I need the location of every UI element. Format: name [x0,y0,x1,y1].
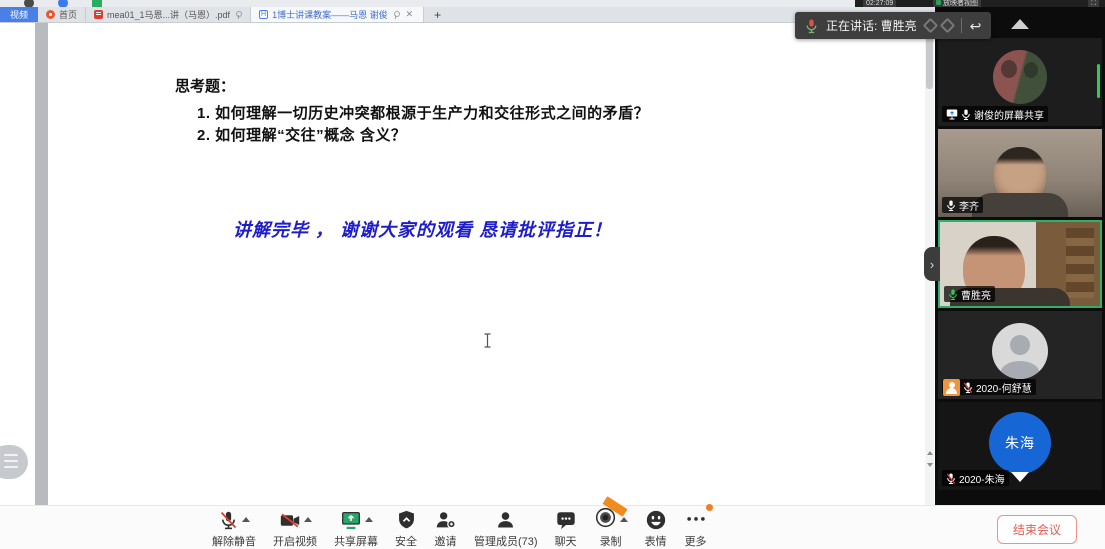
presentation-timer: 02:27:09 [863,0,896,7]
participants-sidebar: 谢俊的屏幕共享 李齐 曹胜亮 [935,7,1105,505]
chat-button[interactable]: 聊天 [555,509,577,549]
video-options-caret[interactable] [304,517,312,522]
browser-icon-blue [58,0,68,7]
tab-lecture-doc[interactable]: H 1博士讲课教案——马恩 谢俊 ✕ [251,7,424,22]
scroll-up-icon[interactable] [927,451,933,455]
slide-closing-line: 讲解完毕 ， 谢谢大家的观看 恳请批评指正！ [233,216,612,242]
slide-heading: 思考题： [175,75,235,96]
more-icon [684,507,708,529]
role-badge-icon [943,379,960,396]
record-button[interactable]: 录制 [594,509,628,549]
fading-speaker-icons [925,20,953,31]
tab-home[interactable]: 首页 [38,7,86,22]
speaking-mic-icon [805,18,818,34]
record-options-caret[interactable] [620,517,628,522]
manage-members-button[interactable]: 管理成员(73) [474,509,538,549]
pdf-left-gutter [35,23,48,505]
participants-scroll-down-icon[interactable] [1011,472,1029,482]
participant-name: 李齐 [959,198,979,213]
more-button[interactable]: 更多 [684,509,708,549]
shield-mini-icon [936,0,941,5]
new-tab-button[interactable]: + [424,7,451,22]
mic-on-icon [961,108,971,121]
pin-icon[interactable] [234,11,242,19]
sidebar-collapse-button[interactable]: › [924,247,940,281]
hamburger-icon [4,454,18,456]
security-button[interactable]: 安全 [395,509,417,549]
active-speaker-label: 正在讲话: 曹胜亮 [826,17,917,34]
participant-name: 谢俊的屏幕共享 [974,107,1044,122]
unmute-button[interactable]: 解除静音 [212,509,256,549]
slide-question-2: 2. 如何理解“交往”概念 含义？ [197,124,406,145]
presenter-view-label: 放映者视图 [933,0,981,7]
slide-question-1: 1. 如何理解一切历史冲突都根源于生产力和交往形式之间的矛盾？ [197,102,649,123]
invite-button[interactable]: 邀请 [434,509,457,549]
avatar [993,50,1047,104]
share-options-caret[interactable] [365,517,373,522]
participant-tile[interactable]: 2020-何舒慧 [938,311,1102,399]
top-window-strip: 02:27:09 放映者视图 ⛶ [0,0,1105,7]
chat-icon [555,509,577,531]
mic-muted-icon [946,472,956,485]
mic-muted-icon [963,381,973,394]
members-icon [495,509,516,531]
screen-share-mini-icon [946,109,958,120]
participant-tile[interactable]: 李齐 [938,129,1102,217]
pdf-icon [94,10,103,19]
shield-icon [396,509,417,531]
mic-on-icon [946,199,956,212]
active-speaker-banner: 正在讲话: 曹胜亮 ↩ [795,12,991,39]
text-cursor [483,333,492,353]
participant-tile-screen-share[interactable]: 谢俊的屏幕共享 [938,38,1102,126]
pin-icon[interactable] [392,11,400,19]
participant-tile-active-speaker[interactable]: 曹胜亮 [938,220,1102,308]
audio-level-indicator [1097,64,1100,98]
participant-name: 2020-何舒慧 [976,380,1032,395]
emoji-icon [645,509,667,531]
avatar-silhouette [992,323,1048,379]
end-meeting-button[interactable]: 结束会议 [997,515,1077,544]
share-screen-button[interactable]: 共享屏幕 [334,509,378,549]
shared-screen-document: 思考题： 1. 如何理解一切历史冲突都根源于生产力和交往形式之间的矛盾？ 2. … [0,23,935,505]
emoji-button[interactable]: 表情 [645,509,667,549]
participant-name: 2020-朱海 [959,471,1005,486]
camera-muted-icon [279,510,301,531]
browser-icon-green [92,0,102,7]
invite-icon [434,509,457,531]
avatar-initials: 朱海 [989,412,1051,474]
screen-share-icon [340,510,362,531]
mic-muted-icon [218,510,239,531]
tab-close-icon[interactable]: ✕ [404,9,416,20]
doc-icon: H [259,10,268,19]
browser-icon-dark [24,0,34,7]
presentation-strip: 02:27:09 放映者视图 ⛶ [855,0,1105,7]
mic-speaking-icon [948,288,958,301]
undo-arrow-icon[interactable]: ↩ [970,19,982,33]
scroll-down-icon[interactable] [927,463,933,467]
video-side-label: 视频 [0,7,38,22]
participants-scroll-up-icon[interactable] [1011,19,1029,29]
meeting-toolbar: 解除静音 开启视频 共享屏幕 [0,505,1105,549]
home-tab-icon [46,10,55,19]
participant-name: 曹胜亮 [961,287,991,302]
divider [961,18,962,33]
tab-pdf[interactable]: mea01_1马恩...讲（马恩）.pdf [86,7,251,22]
mic-options-caret[interactable] [242,517,250,522]
participant-tile[interactable]: 朱海 2020-朱海 [938,402,1102,490]
notification-dot [706,504,713,511]
fullscreen-icon[interactable]: ⛶ [1088,0,1099,7]
start-video-button[interactable]: 开启视频 [273,509,317,549]
